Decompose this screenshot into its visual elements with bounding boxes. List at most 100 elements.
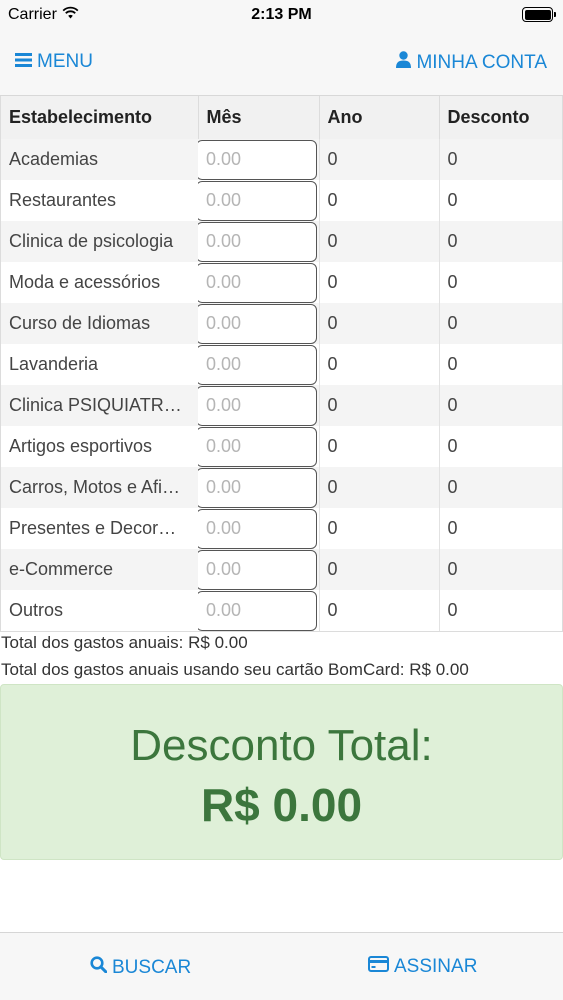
monthly-amount-input[interactable] xyxy=(198,262,317,303)
monthly-amount-input[interactable] xyxy=(198,180,317,221)
credit-card-icon xyxy=(368,956,389,978)
search-label: BUSCAR xyxy=(112,956,192,978)
annual-value: 0 xyxy=(318,508,439,549)
table-row: e-Commerce 00 xyxy=(1,549,562,590)
monthly-amount-input[interactable] xyxy=(198,303,317,344)
status-time: 2:13 PM xyxy=(251,6,312,23)
total-discount-title: Desconto Total: xyxy=(130,721,433,770)
table-row: Lavanderia 00 xyxy=(1,344,562,385)
monthly-amount-input[interactable] xyxy=(198,426,317,467)
table-row: Moda e acessórios 00 xyxy=(1,262,562,303)
monthly-input-cell xyxy=(198,385,319,426)
annual-value: 0 xyxy=(318,549,439,590)
subscribe-button[interactable]: ASSINAR xyxy=(368,956,477,978)
monthly-input-cell xyxy=(198,508,319,549)
annual-value: 0 xyxy=(318,303,439,344)
monthly-input-cell xyxy=(198,549,319,590)
establishment-name: Academias xyxy=(1,139,198,180)
annual-value: 0 xyxy=(318,467,439,508)
subscribe-label: ASSINAR xyxy=(394,956,478,977)
monthly-amount-input[interactable] xyxy=(198,344,317,385)
monthly-input-cell xyxy=(198,221,319,262)
establishment-name: Artigos esportivos xyxy=(1,426,198,467)
establishment-name: Carros, Motos e Afi… xyxy=(1,467,198,508)
my-account-button[interactable]: MINHA CONTA xyxy=(396,51,547,74)
discount-value: 0 xyxy=(438,221,562,262)
monthly-amount-input[interactable] xyxy=(198,139,317,180)
navbar: MENU MINHA CONTA xyxy=(0,30,563,96)
discount-value: 0 xyxy=(438,344,562,385)
establishment-name: Clinica PSIQUIATR… xyxy=(1,385,198,426)
column-header-desconto: Desconto xyxy=(438,96,562,139)
annual-value: 0 xyxy=(318,590,439,631)
discount-value: 0 xyxy=(438,426,562,467)
discount-value: 0 xyxy=(438,467,562,508)
table-row: Restaurantes 00 xyxy=(1,180,562,221)
discount-value: 0 xyxy=(438,303,562,344)
establishment-name: Curso de Idiomas xyxy=(1,303,198,344)
annual-value: 0 xyxy=(318,262,439,303)
menu-label: MENU xyxy=(37,51,93,72)
total-discount-panel: Desconto Total: R$ 0.00 xyxy=(0,684,563,860)
annual-total-text: Total dos gastos anuais: R$ 0.00 xyxy=(1,633,248,652)
monthly-input-cell xyxy=(198,180,319,221)
discount-value: 0 xyxy=(438,590,562,631)
establishment-name: Clinica de psicologia xyxy=(1,221,198,262)
monthly-amount-input[interactable] xyxy=(198,221,317,262)
bottom-tab-bar: BUSCAR ASSINAR xyxy=(0,932,563,1000)
table-row: Outros 00 xyxy=(1,590,562,631)
annual-bomcard-total-text: Total dos gastos anuais usando seu cartã… xyxy=(1,660,469,679)
monthly-input-cell xyxy=(198,303,319,344)
discount-value: 0 xyxy=(438,139,562,180)
monthly-input-cell xyxy=(198,590,319,631)
annual-value: 0 xyxy=(318,221,439,262)
table-row: Artigos esportivos 00 xyxy=(1,426,562,467)
annual-value: 0 xyxy=(318,180,439,221)
my-account-label: MINHA CONTA xyxy=(416,51,547,73)
establishment-name: Moda e acessórios xyxy=(1,262,198,303)
table-row: Clinica PSIQUIATR… 00 xyxy=(1,385,562,426)
establishment-name: Restaurantes xyxy=(1,180,198,221)
search-button[interactable]: BUSCAR xyxy=(90,956,191,979)
monthly-amount-input[interactable] xyxy=(198,590,317,631)
hamburger-menu-icon xyxy=(15,51,32,73)
monthly-input-cell xyxy=(198,262,319,303)
discount-value: 0 xyxy=(438,262,562,303)
annual-value: 0 xyxy=(318,344,439,385)
column-header-estabelecimento: Estabelecimento xyxy=(1,96,198,139)
establishment-name: Lavanderia xyxy=(1,344,198,385)
monthly-input-cell xyxy=(198,426,319,467)
annual-value: 0 xyxy=(318,139,439,180)
discount-value: 0 xyxy=(438,180,562,221)
annual-value: 0 xyxy=(318,426,439,467)
monthly-amount-input[interactable] xyxy=(198,508,317,549)
menu-button[interactable]: MENU xyxy=(15,51,93,73)
user-icon xyxy=(396,51,412,74)
table-row: Clinica de psicologia 00 xyxy=(1,221,562,262)
monthly-amount-input[interactable] xyxy=(198,549,317,590)
table-row: Academias 00 xyxy=(1,139,562,180)
establishment-name: Presentes e Decor… xyxy=(1,508,198,549)
monthly-input-cell xyxy=(198,139,319,180)
table-row: Curso de Idiomas 00 xyxy=(1,303,562,344)
search-icon xyxy=(90,956,108,979)
establishment-name: e-Commerce xyxy=(1,549,198,590)
monthly-amount-input[interactable] xyxy=(198,385,317,426)
status-bar: Carrier 2:13 PM xyxy=(0,0,563,30)
monthly-amount-input[interactable] xyxy=(198,467,317,508)
column-header-ano: Ano xyxy=(318,96,439,139)
discount-value: 0 xyxy=(438,549,562,590)
column-header-mes: Mês xyxy=(197,96,319,139)
discount-value: 0 xyxy=(438,385,562,426)
table-row: Presentes e Decor… 00 xyxy=(1,508,562,549)
battery-icon xyxy=(522,7,556,22)
discount-value: 0 xyxy=(438,508,562,549)
total-discount-value: R$ 0.00 xyxy=(200,779,363,831)
monthly-input-cell xyxy=(198,344,319,385)
annual-value: 0 xyxy=(318,385,439,426)
table-header-row: Estabelecimento Mês Ano Desconto xyxy=(1,96,562,139)
table-row: Carros, Motos e Afi… 00 xyxy=(1,467,562,508)
discount-table: Estabelecimento Mês Ano Desconto Academi… xyxy=(0,96,563,632)
monthly-input-cell xyxy=(198,467,319,508)
establishment-name: Outros xyxy=(1,590,198,631)
